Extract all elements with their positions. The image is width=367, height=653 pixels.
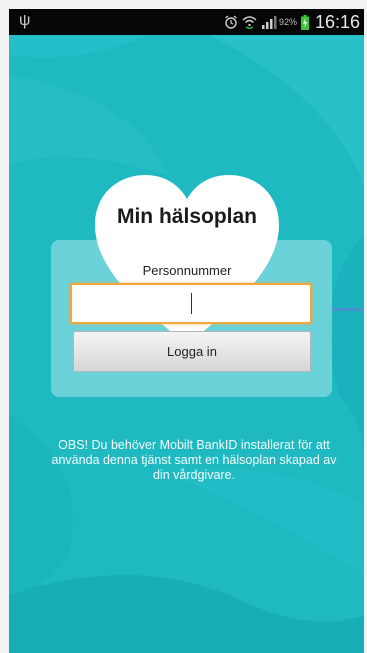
personnummer-label: Personnummer <box>142 263 232 278</box>
wifi-icon <box>242 16 257 29</box>
clock: 16:16 <box>314 11 360 32</box>
status-icons: 92% 16:16 <box>224 9 360 35</box>
usb-icon: ψ <box>19 12 31 29</box>
text-caret <box>191 293 192 314</box>
page-title: Min hälsoplan <box>116 205 257 228</box>
app-screen: ψ 92% 16:16 Min hälsoplan Personnummer L… <box>9 9 364 653</box>
battery-percent: 92% <box>278 17 297 27</box>
personnummer-input[interactable] <box>70 283 312 324</box>
bankid-notice: OBS! Du behöver Mobilt BankID installera… <box>51 438 337 482</box>
battery-icon <box>300 14 309 30</box>
connector-line <box>332 308 364 311</box>
login-button[interactable]: Logga in <box>73 331 311 372</box>
alarm-icon <box>225 15 237 29</box>
signal-icon <box>261 16 277 29</box>
status-bar: ψ 92% 16:16 <box>9 9 364 35</box>
